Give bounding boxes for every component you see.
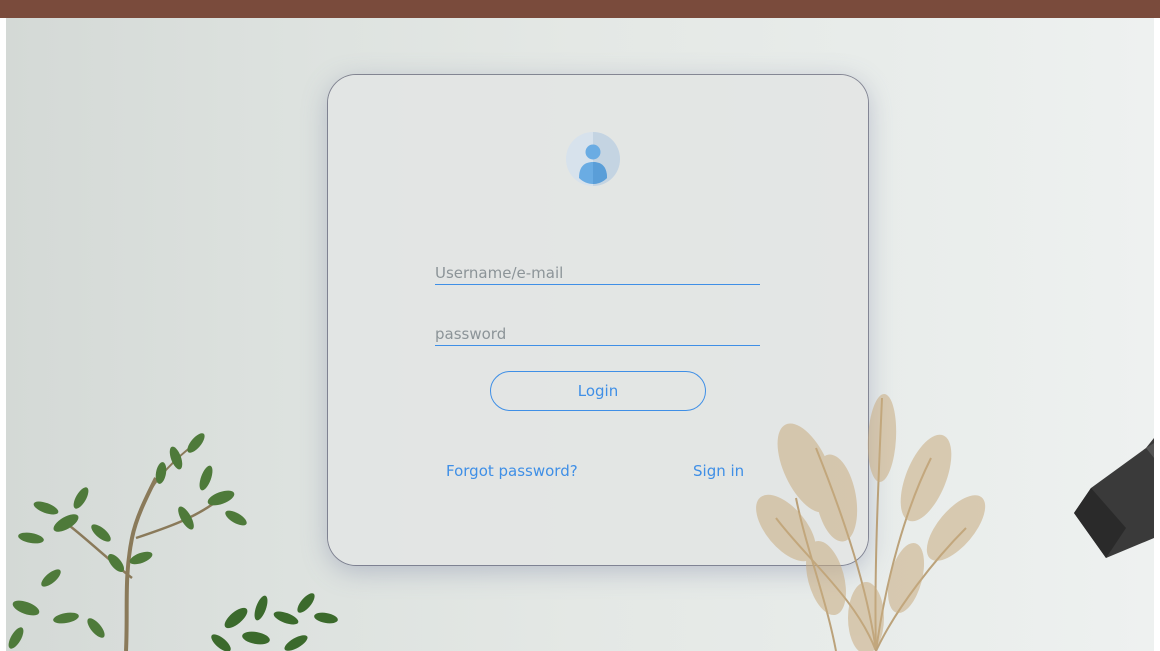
username-input[interactable]: [435, 262, 760, 285]
forgot-password-link[interactable]: Forgot password?: [446, 462, 578, 480]
user-avatar-icon: [566, 132, 620, 186]
lamp-icon: [1074, 438, 1154, 558]
plant-left-icon: [8, 433, 338, 651]
sign-in-link[interactable]: Sign in: [693, 462, 744, 480]
background-scene: Login Forgot password? Sign in: [6, 18, 1154, 651]
password-input[interactable]: [435, 323, 760, 346]
top-bar: [0, 0, 1160, 18]
login-button[interactable]: Login: [490, 371, 706, 411]
login-card: Login Forgot password? Sign in: [328, 75, 868, 565]
